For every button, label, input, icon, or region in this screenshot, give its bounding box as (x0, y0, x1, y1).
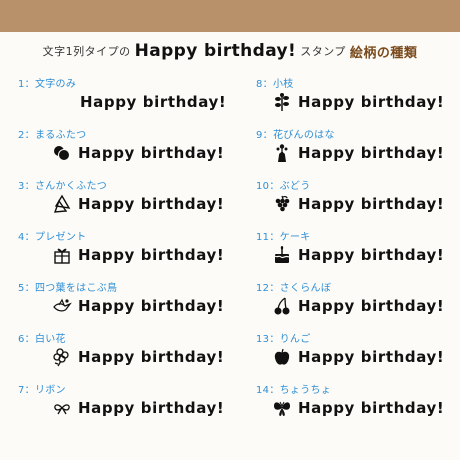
stamp-sample: Happy birthday! (52, 293, 224, 319)
stamp-text: Happy birthday! (298, 144, 445, 162)
stamp-sample: Happy birthday! (272, 344, 444, 370)
butterfly-icon (272, 397, 292, 419)
two-triangles-icon (52, 193, 72, 215)
design-label: 13：りんご (256, 334, 311, 345)
white-flower-icon (52, 346, 72, 368)
design-item-10: 10：ぶどう Happy birthday! (256, 177, 460, 228)
stamp-sample: Happy birthday! (272, 191, 444, 217)
design-label: 12：さくらんぼ (256, 283, 332, 294)
stamp-text: Happy birthday! (78, 246, 225, 264)
stamp-text: Happy birthday! (298, 348, 445, 366)
design-label: 3：さんかくふたつ (18, 181, 108, 192)
left-column: 1：文字のみ Happy birthday! 2：まるふたつ Happy bir… (18, 75, 248, 432)
header-accent: 絵柄の種類 (349, 45, 418, 61)
design-label: 6：白い花 (18, 334, 66, 345)
stamp-sample: Happy birthday! (80, 89, 226, 115)
header-stamp: スタンプ (300, 45, 346, 58)
design-item-12: 12：さくらんぼ Happy birthday! (256, 279, 460, 330)
design-label: 10：ぶどう (256, 181, 311, 192)
design-item-11: 11：ケーキ Happy birthday! (256, 228, 460, 279)
design-label: 2：まるふたつ (18, 130, 87, 141)
cherry-icon (272, 295, 292, 317)
stamp-sample: Happy birthday! (272, 293, 444, 319)
stamp-sample: Happy birthday! (272, 89, 444, 115)
design-item-1: 1：文字のみ Happy birthday! (18, 75, 248, 126)
top-bar (0, 0, 460, 32)
bird-icon (52, 295, 72, 317)
stamp-text: Happy birthday! (298, 195, 445, 213)
stamp-text: Happy birthday! (78, 195, 225, 213)
stamp-text: Happy birthday! (298, 93, 445, 111)
stamp-text: Happy birthday! (78, 144, 225, 162)
stamp-text: Happy birthday! (298, 246, 445, 264)
design-item-6: 6：白い花 Happy birthday! (18, 330, 248, 381)
design-label: 7：リボン (18, 385, 66, 396)
two-circles-icon (52, 142, 72, 164)
stamp-sample: Happy birthday! (52, 191, 224, 217)
stamp-sample: Happy birthday! (52, 242, 224, 268)
stamp-text: Happy birthday! (78, 348, 225, 366)
header-title: Happy birthday! (134, 41, 297, 61)
design-label: 14：ちょうちょ (256, 385, 332, 396)
design-label: 5：四つ葉をはこぶ鳥 (18, 283, 118, 294)
stamp-sample: Happy birthday! (52, 344, 224, 370)
design-item-14: 14：ちょうちょ Happy birthday! (256, 381, 460, 432)
vase-flower-icon (272, 142, 292, 164)
stamp-sample: Happy birthday! (52, 395, 224, 421)
stamp-sample: Happy birthday! (272, 395, 444, 421)
design-item-5: 5：四つ葉をはこぶ鳥 Happy birthday! (18, 279, 248, 330)
stamp-sample: Happy birthday! (52, 140, 224, 166)
header-lead: 文字1列タイプの (42, 45, 131, 58)
design-item-8: 8：小枝 Happy birthday! (256, 75, 460, 126)
cake-icon (272, 244, 292, 266)
grapes-icon (272, 193, 292, 215)
ribbon-icon (52, 397, 72, 419)
design-label: 4：プレゼント (18, 232, 87, 243)
stamp-text: Happy birthday! (78, 399, 225, 417)
stamp-text: Happy birthday! (80, 93, 227, 111)
design-item-7: 7：リボン Happy birthday! (18, 381, 248, 432)
apple-icon (272, 346, 292, 368)
present-icon (52, 244, 72, 266)
stamp-text: Happy birthday! (298, 297, 445, 315)
design-item-4: 4：プレゼント Happy birthday! (18, 228, 248, 279)
right-column: 8：小枝 Happy birthday! 9：花びんのはな Happy birt… (256, 75, 460, 432)
design-label: 8：小枝 (256, 79, 294, 90)
design-item-13: 13：りんご Happy birthday! (256, 330, 460, 381)
design-label: 9：花びんのはな (256, 130, 335, 141)
design-label: 11：ケーキ (256, 232, 311, 243)
stamp-text: Happy birthday! (78, 297, 225, 315)
design-item-2: 2：まるふたつ Happy birthday! (18, 126, 248, 177)
page-header: 文字1列タイプの Happy birthday! スタンプ 絵柄の種類 (0, 38, 460, 64)
stamp-sample: Happy birthday! (272, 242, 444, 268)
stamp-sample: Happy birthday! (272, 140, 444, 166)
twig-icon (272, 91, 292, 113)
stamp-text: Happy birthday! (298, 399, 445, 417)
design-label: 1：文字のみ (18, 79, 77, 90)
design-item-9: 9：花びんのはな Happy birthday! (256, 126, 460, 177)
design-item-3: 3：さんかくふたつ Happy birthday! (18, 177, 248, 228)
